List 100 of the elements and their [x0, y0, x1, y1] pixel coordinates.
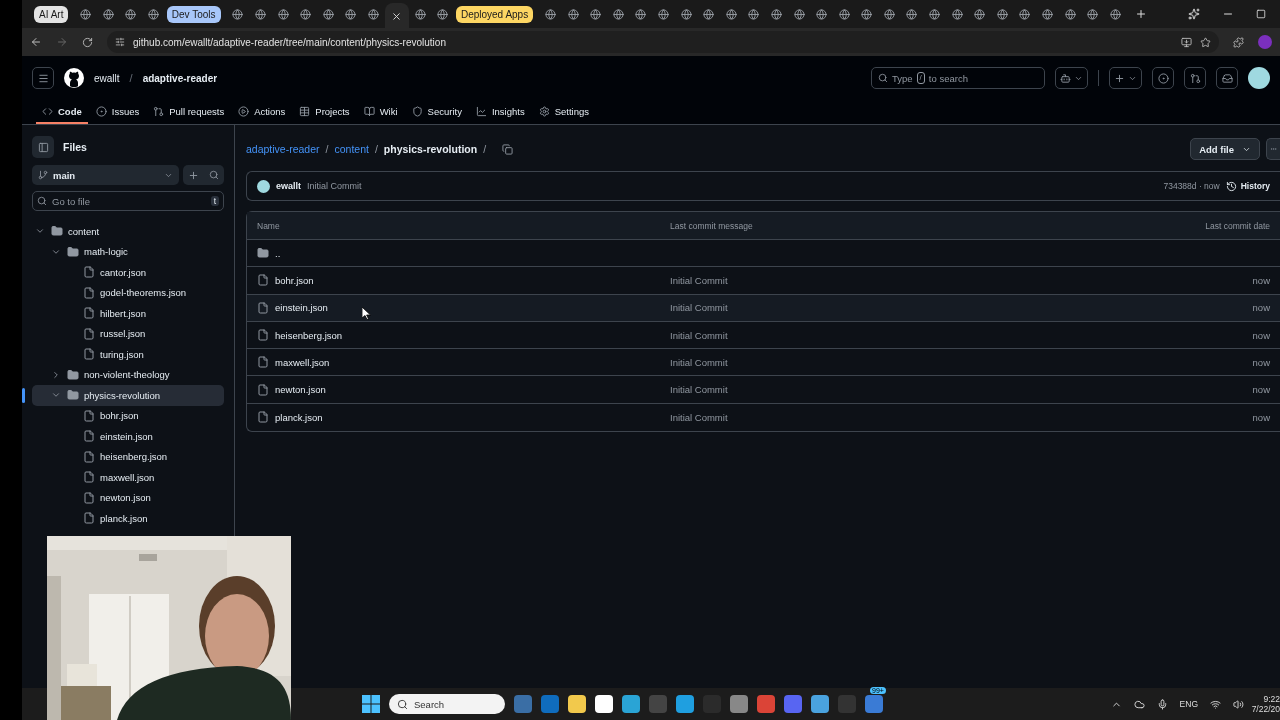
- language-indicator[interactable]: ENG: [1179, 699, 1198, 709]
- address-bar[interactable]: github.com/ewallt/adaptive-reader/tree/main/content/physics-revolution: [107, 31, 1219, 53]
- reload-icon[interactable]: [82, 36, 93, 48]
- file-item[interactable]: turing.json: [32, 344, 224, 365]
- branch-select[interactable]: main: [32, 165, 179, 185]
- repo-tab[interactable]: Code: [36, 100, 88, 124]
- copilot-button[interactable]: [1055, 67, 1088, 89]
- file-link[interactable]: newton.json: [275, 384, 326, 396]
- logo-icon[interactable]: [64, 68, 84, 88]
- site-settings-icon[interactable]: [115, 37, 125, 47]
- commit-message[interactable]: Initial Commit: [670, 329, 1170, 341]
- install-icon[interactable]: [1181, 36, 1192, 48]
- clock-date[interactable]: 7/22/20: [1251, 704, 1280, 714]
- folder-item[interactable]: non-violent-theology: [32, 364, 224, 385]
- repo-tab[interactable]: Pull requests: [147, 100, 231, 124]
- file-actions[interactable]: [183, 165, 224, 185]
- sparkle-icon[interactable]: [1188, 8, 1200, 20]
- copy-icon[interactable]: [502, 143, 514, 155]
- app-icon[interactable]: [757, 695, 775, 713]
- file-item[interactable]: maxwell.json: [32, 467, 224, 488]
- windows-icon[interactable]: [362, 695, 380, 713]
- user-avatar[interactable]: [1248, 67, 1270, 89]
- add-file-button[interactable]: Add file: [1190, 138, 1260, 160]
- file-row[interactable]: einstein.json Initial Commit now: [247, 294, 1280, 322]
- menu-button[interactable]: [32, 67, 54, 89]
- file-link[interactable]: planck.json: [275, 411, 323, 423]
- commit-message[interactable]: Initial Commit: [670, 411, 1170, 423]
- breadcrumb-link[interactable]: content: [334, 143, 369, 155]
- commit-message[interactable]: Initial Commit: [670, 384, 1170, 396]
- repo-tab[interactable]: Issues: [89, 100, 146, 124]
- app-icon[interactable]: [676, 695, 694, 713]
- repo-tab[interactable]: Insights: [469, 100, 531, 124]
- commit-author[interactable]: ewallt: [276, 181, 301, 191]
- folder-item[interactable]: math-logic: [32, 241, 224, 262]
- file-link[interactable]: bohr.json: [275, 274, 314, 286]
- taskbar-search-field[interactable]: Search: [389, 694, 505, 714]
- commit-message[interactable]: Initial Commit: [670, 356, 1170, 368]
- tab-group-label[interactable]: Deployed Apps: [455, 5, 534, 23]
- file-item[interactable]: planck.json: [32, 508, 224, 529]
- clock-time[interactable]: 9:22: [1263, 694, 1280, 704]
- collapse-button[interactable]: [32, 136, 54, 158]
- file-item[interactable]: hilbert.json: [32, 303, 224, 324]
- extensions-icon[interactable]: [1233, 36, 1244, 48]
- file-item[interactable]: heisenberg.json: [32, 446, 224, 467]
- owner-link[interactable]: ewallt: [94, 72, 120, 84]
- repo-link[interactable]: adaptive-reader: [142, 72, 218, 84]
- microphone-icon[interactable]: [1156, 698, 1168, 710]
- file-row[interactable]: bohr.json Initial Commit now: [247, 267, 1280, 295]
- parent-folder-link[interactable]: ..: [275, 247, 281, 259]
- wifi-icon[interactable]: [1210, 698, 1221, 710]
- app-icon[interactable]: [622, 695, 640, 713]
- create-button[interactable]: [1109, 67, 1142, 89]
- folder-item[interactable]: content: [32, 221, 224, 242]
- commit-message[interactable]: Initial Commit: [307, 181, 362, 191]
- search-field[interactable]: Type / to search: [871, 67, 1045, 89]
- commit-message[interactable]: Initial Commit: [670, 302, 1170, 314]
- file-item[interactable]: bohr.json: [32, 405, 224, 426]
- app-icon[interactable]: [730, 695, 748, 713]
- file-item[interactable]: newton.json: [32, 487, 224, 508]
- app-icon[interactable]: [568, 695, 586, 713]
- tab-group-label[interactable]: AI Art: [34, 5, 69, 23]
- file-row[interactable]: heisenberg.json Initial Commit now: [247, 321, 1280, 350]
- commit-sha[interactable]: 734388d · now: [1163, 181, 1220, 191]
- search-icon[interactable]: [209, 170, 219, 180]
- file-link[interactable]: einstein.json: [275, 302, 328, 314]
- file-item[interactable]: godel-theorems.json: [32, 282, 224, 303]
- inbox-button[interactable]: [1216, 67, 1238, 89]
- file-filter-field[interactable]: Go to file t: [32, 191, 224, 211]
- star-icon[interactable]: [1200, 36, 1211, 48]
- plus-icon[interactable]: [188, 169, 199, 181]
- sidebar-title: Files: [63, 141, 87, 153]
- file-item[interactable]: russel.json: [32, 323, 224, 344]
- volume-icon[interactable]: [1233, 698, 1244, 710]
- repo-tab[interactable]: Actions: [232, 100, 292, 124]
- file-item[interactable]: einstein.json: [32, 426, 224, 447]
- commit-message[interactable]: Initial Commit: [670, 274, 1170, 286]
- cloud-icon[interactable]: [1133, 698, 1145, 710]
- file-link[interactable]: maxwell.json: [275, 356, 330, 368]
- pull-requests-button[interactable]: [1184, 67, 1206, 89]
- back-icon[interactable]: [30, 36, 42, 48]
- globe-icon: [590, 8, 602, 20]
- file-row[interactable]: planck.json Initial Commit now: [247, 403, 1280, 432]
- repo-tab[interactable]: Security: [405, 100, 468, 124]
- file-item[interactable]: cantor.json: [32, 262, 224, 283]
- repo-tab[interactable]: Settings: [532, 100, 595, 124]
- history-link[interactable]: History: [1225, 180, 1270, 192]
- app-icon[interactable]: [811, 695, 829, 713]
- app-icon[interactable]: [595, 695, 613, 713]
- file-row[interactable]: newton.json Initial Commit now: [247, 376, 1280, 404]
- issues-button[interactable]: [1152, 67, 1174, 89]
- breadcrumb-link[interactable]: adaptive-reader: [246, 143, 320, 155]
- repo-tab[interactable]: Wiki: [357, 100, 404, 124]
- repo-tab[interactable]: Projects: [293, 100, 356, 124]
- tab-group-label[interactable]: Dev Tools: [166, 5, 221, 23]
- app-icon[interactable]: [784, 695, 802, 713]
- close-icon[interactable]: [391, 10, 403, 22]
- maximize-icon[interactable]: [1256, 9, 1266, 19]
- file-row[interactable]: maxwell.json Initial Commit now: [247, 349, 1280, 377]
- new-tab-icon[interactable]: [1134, 8, 1147, 20]
- file-link[interactable]: heisenberg.json: [275, 329, 343, 341]
